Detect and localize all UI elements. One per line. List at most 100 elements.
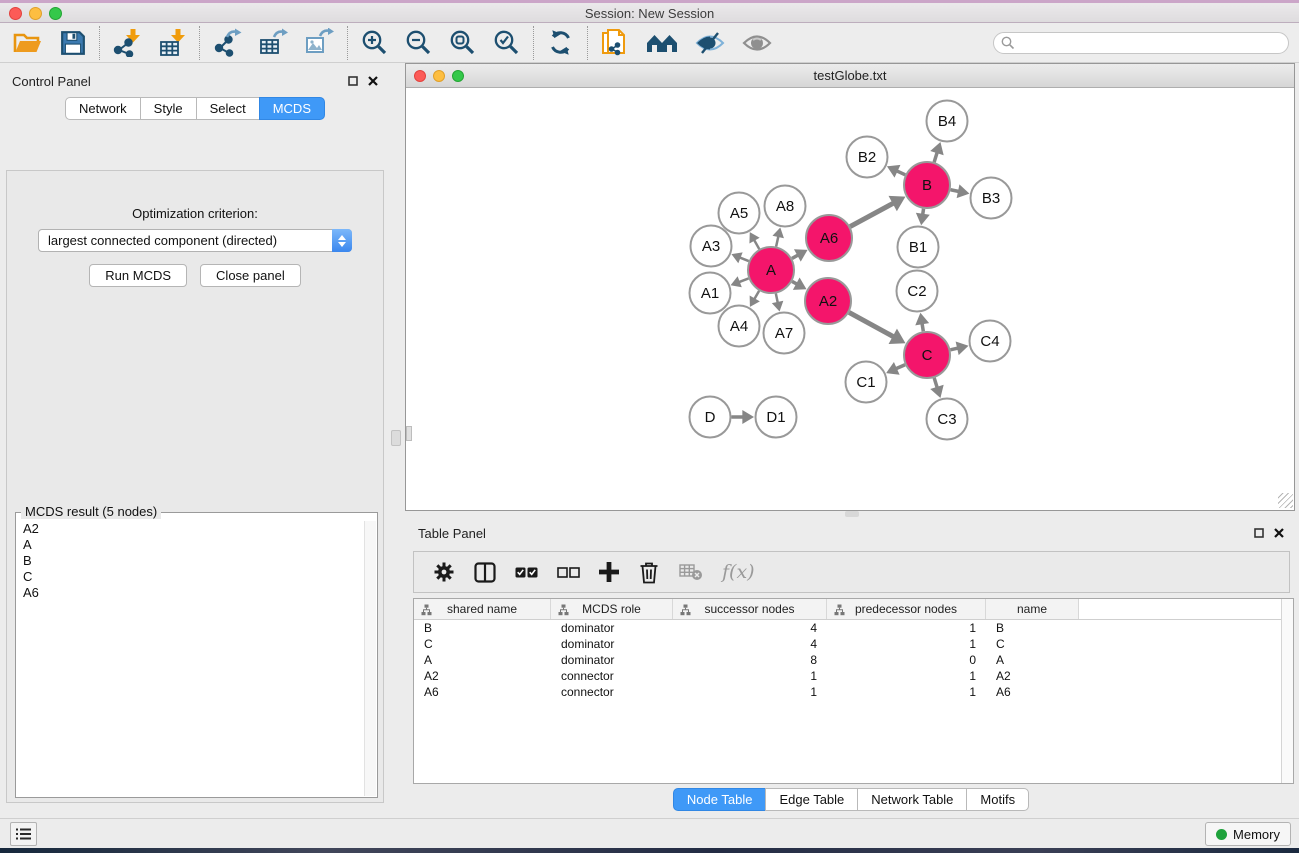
network-graph[interactable]: AA1A2A3A4A5A6A7A8BB1B2B3B4CC1C2C3C4DD1	[406, 88, 1294, 508]
graph-edge-A-A4[interactable]	[750, 291, 760, 307]
graph-edge-B-B3[interactable]	[951, 184, 970, 198]
graph-node-A8[interactable]: A8	[765, 186, 806, 227]
import-network-button[interactable]	[113, 28, 141, 57]
function-builder-button[interactable]: f(x)	[722, 561, 755, 583]
graph-edge-A-A5[interactable]	[749, 232, 759, 249]
graph-node-A4[interactable]: A4	[719, 306, 760, 347]
search-box[interactable]	[993, 32, 1289, 54]
mcds-result-item[interactable]: A	[17, 537, 364, 553]
add-column-button[interactable]	[599, 562, 619, 582]
graph-node-A1[interactable]: A1	[690, 273, 731, 314]
tab-node-table[interactable]: Node Table	[673, 788, 767, 811]
show-column-button[interactable]	[474, 562, 496, 583]
graph-node-C2[interactable]: C2	[897, 271, 938, 312]
column-header[interactable]: successor nodes	[673, 599, 827, 619]
graph-edge-C-C1[interactable]	[886, 362, 905, 375]
table-row[interactable]: A6connector11A6	[414, 684, 1293, 700]
graph-node-A3[interactable]: A3	[691, 226, 732, 267]
mcds-result-item[interactable]: B	[17, 553, 364, 569]
hide-graphics-details-button[interactable]	[695, 30, 725, 56]
column-header[interactable]: name	[986, 599, 1079, 619]
graph-node-B4[interactable]: B4	[927, 101, 968, 142]
mcds-result-item[interactable]: A6	[17, 585, 364, 601]
graph-edge-D-D1[interactable]	[732, 410, 755, 424]
tab-style[interactable]: Style	[140, 97, 197, 120]
graph-edge-A6-B[interactable]	[850, 196, 905, 227]
open-file-button[interactable]	[13, 29, 43, 56]
table-scrollbar[interactable]	[1281, 599, 1293, 783]
graph-node-D1[interactable]: D1	[756, 397, 797, 438]
close-table-panel-icon[interactable]	[1274, 528, 1284, 538]
mcds-result-item[interactable]: A2	[17, 521, 364, 537]
close-panel-button[interactable]: Close panel	[200, 264, 301, 287]
show-graphics-details-button[interactable]	[742, 32, 772, 54]
zoom-in-button[interactable]	[361, 29, 388, 56]
graph-node-A5[interactable]: A5	[719, 193, 760, 234]
graph-node-A6[interactable]: A6	[806, 215, 852, 261]
float-table-panel-icon[interactable]	[1254, 528, 1264, 538]
column-header[interactable]: MCDS role	[551, 599, 673, 619]
graph-edge-A-A2[interactable]	[792, 278, 806, 290]
graph-edge-B-B2[interactable]	[887, 165, 905, 178]
save-session-button[interactable]	[60, 30, 86, 56]
memory-button[interactable]: Memory	[1205, 822, 1291, 846]
delete-table-button[interactable]	[679, 563, 703, 581]
export-image-button[interactable]	[305, 28, 334, 57]
mcds-result-item[interactable]: C	[17, 569, 364, 585]
table-row[interactable]: Adominator80A	[414, 652, 1293, 668]
select-all-button[interactable]	[515, 567, 538, 578]
graph-node-B3[interactable]: B3	[971, 178, 1012, 219]
table-row[interactable]: A2connector11A2	[414, 668, 1293, 684]
tab-network-table[interactable]: Network Table	[857, 788, 967, 811]
tab-select[interactable]: Select	[196, 97, 260, 120]
float-panel-icon[interactable]	[348, 76, 358, 86]
network-canvas[interactable]: AA1A2A3A4A5A6A7A8BB1B2B3B4CC1C2C3C4DD1	[406, 88, 1294, 509]
graph-edge-B-B1[interactable]	[916, 209, 930, 225]
zoom-fit-button[interactable]	[449, 29, 476, 56]
refresh-button[interactable]	[547, 29, 574, 56]
graph-edge-A-A1[interactable]	[731, 276, 749, 287]
column-header[interactable]: predecessor nodes	[827, 599, 986, 619]
graph-node-D[interactable]: D	[690, 397, 731, 438]
graph-node-A2[interactable]: A2	[805, 278, 851, 324]
tab-network[interactable]: Network	[65, 97, 141, 120]
resize-grip-icon[interactable]	[1278, 493, 1293, 508]
home-button[interactable]	[646, 31, 678, 55]
tab-motifs[interactable]: Motifs	[966, 788, 1029, 811]
graph-node-C[interactable]: C	[904, 332, 950, 378]
graph-edge-C-C3[interactable]	[930, 378, 943, 398]
graph-node-C1[interactable]: C1	[846, 362, 887, 403]
run-mcds-button[interactable]: Run MCDS	[89, 264, 187, 287]
export-network-button[interactable]	[213, 28, 242, 57]
graph-edge-C-C2[interactable]	[915, 313, 929, 332]
search-input[interactable]	[1015, 34, 1288, 52]
graph-node-C4[interactable]: C4	[970, 321, 1011, 362]
delete-column-button[interactable]	[638, 561, 660, 584]
graph-node-B2[interactable]: B2	[847, 137, 888, 178]
result-scrollbar[interactable]	[364, 521, 376, 796]
graph-edge-A-A3[interactable]	[731, 252, 748, 263]
close-panel-icon[interactable]	[368, 76, 378, 86]
table-row[interactable]: Bdominator41B	[414, 620, 1293, 636]
graph-edge-C-C4[interactable]	[950, 341, 968, 355]
import-table-button[interactable]	[158, 28, 186, 57]
table-settings-button[interactable]	[433, 561, 455, 583]
graph-node-B1[interactable]: B1	[898, 227, 939, 268]
deselect-all-button[interactable]	[557, 567, 580, 578]
criterion-dropdown[interactable]: largest connected component (directed)	[38, 229, 352, 252]
tab-mcds[interactable]: MCDS	[259, 97, 325, 120]
network-window-titlebar[interactable]: testGlobe.txt	[406, 64, 1294, 88]
vertical-split-handle[interactable]	[391, 430, 401, 446]
graph-node-A[interactable]: A	[748, 247, 794, 293]
zoom-out-button[interactable]	[405, 29, 432, 56]
graph-edge-A-A8[interactable]	[772, 227, 783, 246]
open-session-file-button[interactable]	[601, 28, 629, 58]
graph-edge-B-B4[interactable]	[930, 142, 943, 162]
export-table-button[interactable]	[259, 28, 288, 57]
tab-edge-table[interactable]: Edge Table	[765, 788, 858, 811]
column-header[interactable]: shared name	[414, 599, 551, 619]
canvas-side-handle[interactable]	[406, 426, 412, 441]
table-row[interactable]: Cdominator41C	[414, 636, 1293, 652]
graph-node-A7[interactable]: A7	[764, 313, 805, 354]
graph-edge-A2-C[interactable]	[849, 312, 905, 344]
